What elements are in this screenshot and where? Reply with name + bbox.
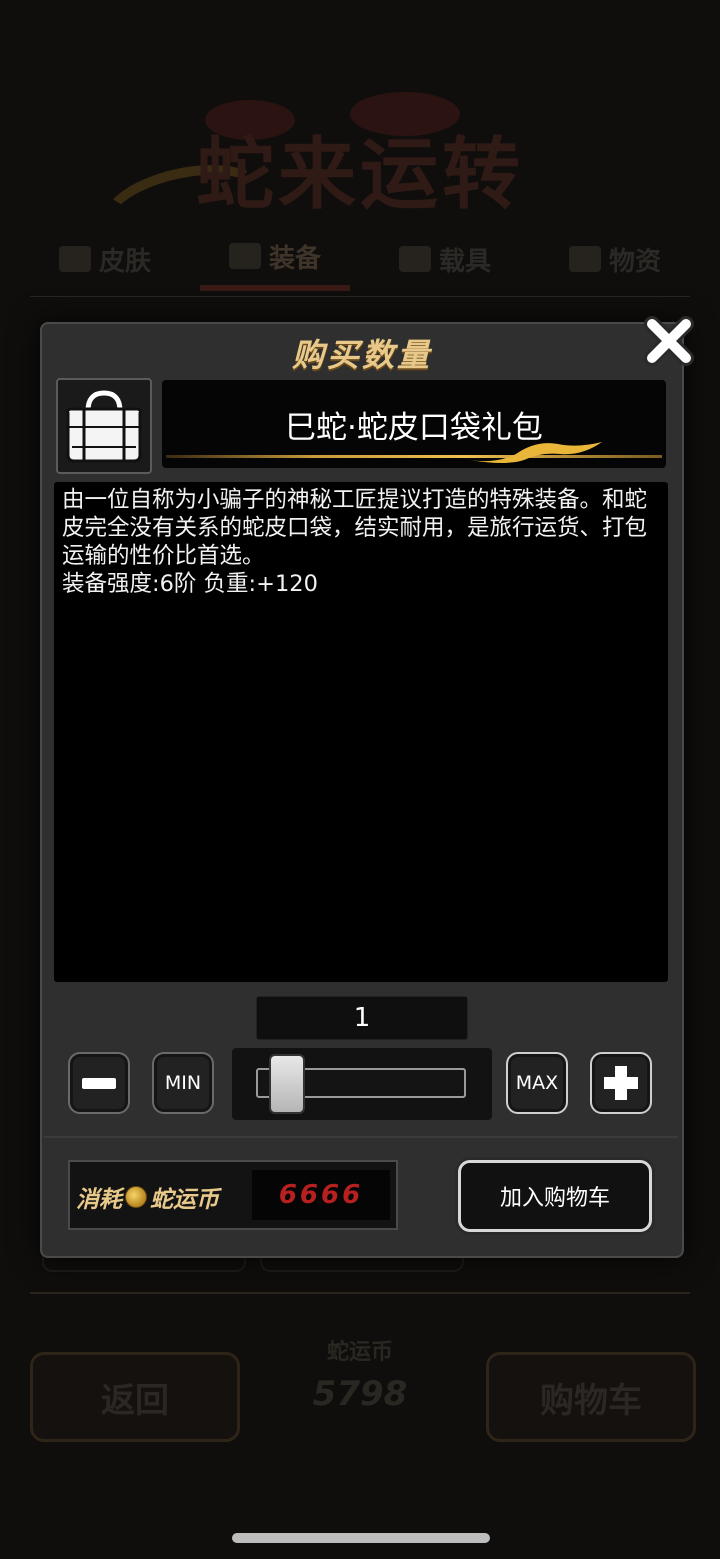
tab-label: 装备	[268, 243, 321, 274]
shield-icon	[228, 243, 261, 269]
plus-icon	[604, 1066, 638, 1100]
cost-prefix: 消耗	[76, 1187, 122, 1213]
tab-label: 载具	[438, 246, 491, 277]
cost-panel: 消耗 蛇运币 6666	[68, 1160, 398, 1230]
item-icon-frame	[56, 378, 152, 474]
item-name-panel: 巳蛇·蛇皮口袋礼包	[162, 380, 666, 468]
currency-name: 蛇运币	[150, 1187, 219, 1213]
tab-skins[interactable]: 皮肤	[30, 230, 180, 288]
tab-vehicles[interactable]: 载具	[370, 230, 520, 288]
cost-label: 消耗 蛇运币	[76, 1180, 219, 1214]
snake-swoosh-decor	[470, 442, 602, 463]
slider-thumb[interactable]	[268, 1054, 305, 1114]
close-button[interactable]	[642, 314, 696, 368]
item-description-panel: 由一位自称为小骗子的神秘工匠提议打造的特殊装备。和蛇皮完全没有关系的蛇皮口袋，结…	[54, 482, 668, 982]
max-button[interactable]: MAX	[506, 1052, 568, 1114]
tab-label: 物资	[608, 246, 661, 277]
truck-icon	[568, 246, 601, 272]
shop-title: 蛇来运转	[195, 129, 524, 220]
category-tabs: 皮肤 装备 载具 物资	[30, 222, 690, 297]
coin-icon	[125, 1186, 147, 1208]
box-icon	[58, 246, 91, 272]
bag-icon	[65, 390, 143, 463]
quantity-slider[interactable]	[232, 1048, 492, 1120]
home-indicator[interactable]	[232, 1533, 490, 1543]
footer-divider	[30, 1292, 690, 1294]
purchase-quantity-dialog: 购买数量 巳蛇·蛇皮口袋礼包 由一位自称为小骗子的神秘工匠提议打造的特殊装备。和…	[40, 316, 694, 1258]
car-icon	[398, 246, 431, 272]
minus-icon	[82, 1077, 116, 1089]
cost-value: 6666	[252, 1170, 390, 1220]
close-icon	[644, 316, 694, 366]
increase-button[interactable]	[590, 1052, 652, 1114]
decrease-button[interactable]	[68, 1052, 130, 1114]
tab-equipment[interactable]: 装备	[200, 227, 350, 291]
tab-label: 皮肤	[98, 246, 151, 277]
add-to-cart-button[interactable]: 加入购物车	[458, 1160, 652, 1232]
tab-supplies[interactable]: 物资	[540, 230, 690, 288]
item-description: 由一位自称为小骗子的神秘工匠提议打造的特殊装备。和蛇皮完全没有关系的蛇皮口袋，结…	[62, 487, 648, 597]
cart-button[interactable]: 购物车	[486, 1352, 696, 1442]
quantity-display: 1	[256, 996, 468, 1040]
divider	[44, 1136, 678, 1138]
dialog-title: 购买数量	[291, 336, 432, 374]
min-button[interactable]: MIN	[152, 1052, 214, 1114]
